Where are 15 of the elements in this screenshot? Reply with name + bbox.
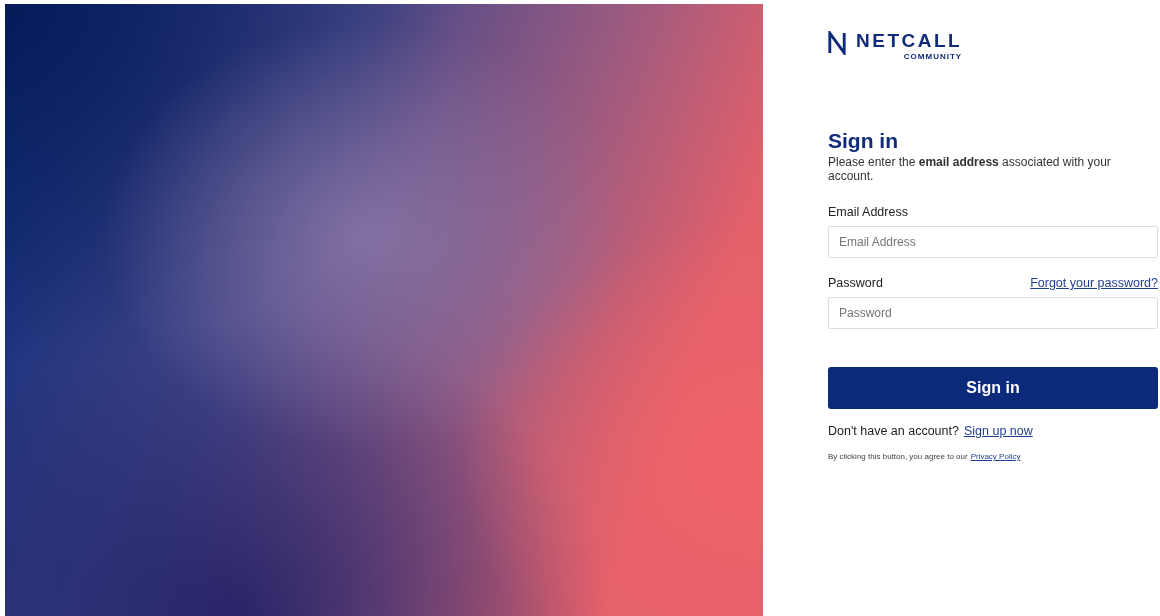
forgot-password-link[interactable]: Forgot your password? [1030, 276, 1158, 290]
field-label: Email Address [828, 205, 908, 219]
logo-icon [828, 31, 846, 55]
signup-prompt: Don't have an account? [828, 424, 959, 438]
consent-text: By clicking this button, you agree to our [828, 452, 968, 461]
page-heading: Sign in [828, 129, 899, 153]
field-label: Password [828, 276, 883, 290]
sign-up-link[interactable]: Sign up now [963, 424, 1033, 438]
logo-name: NETCALL [856, 30, 963, 52]
input-field[interactable]: Password [828, 297, 1158, 329]
input-field[interactable]: Email Address [828, 226, 1158, 258]
logo-tagline: COMMUNITY [903, 52, 963, 61]
intro-text: Please enter the email address associated with your account. [828, 155, 1112, 183]
privacy-policy-link[interactable]: Privacy Policy [970, 452, 1021, 461]
sign-in-button[interactable]: Sign in [828, 367, 1158, 409]
